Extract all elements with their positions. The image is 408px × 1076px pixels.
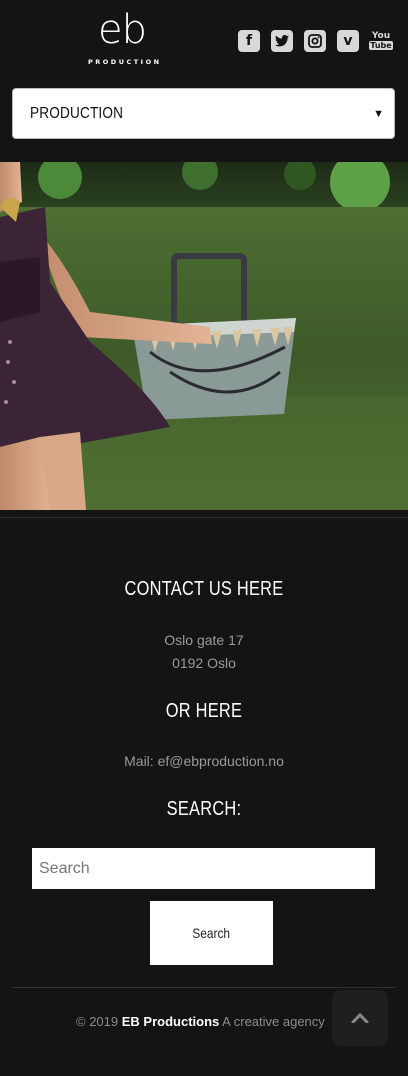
instagram-icon[interactable] (304, 30, 326, 52)
logo-mark: eb (98, 7, 147, 53)
chevron-up-icon (351, 1013, 369, 1023)
vimeo-icon[interactable]: v (337, 30, 359, 52)
nav-select[interactable]: PRODUCTION ▼ (12, 88, 395, 139)
footer-copyright: © 2019 (76, 1014, 119, 1029)
site-logo[interactable]: eb PRODUCTION (88, 6, 162, 68)
footer-divider (12, 987, 395, 988)
hero-image (0, 162, 408, 510)
twitter-icon[interactable] (271, 30, 293, 52)
footer-brand[interactable]: EB Productions (122, 1014, 220, 1029)
search-input[interactable] (32, 848, 375, 889)
social-links: f v You Tube (238, 30, 393, 52)
or-heading: OR HERE (165, 700, 243, 722)
contact-heading: CONTACT US HERE (124, 578, 284, 600)
youtube-icon-bottom: Tube (369, 41, 393, 50)
search-heading: SEARCH: (166, 798, 242, 820)
mail-text[interactable]: Mail: ef@ebproduction.no (0, 750, 408, 773)
search-button[interactable]: Search (150, 901, 273, 965)
footer-tagline: A creative agency (222, 1014, 325, 1029)
youtube-icon-top: You (371, 31, 391, 41)
address-line-1: Oslo gate 17 (164, 632, 244, 648)
search-button-label: Search (192, 925, 231, 941)
footer-text: © 2019 EB Productions A creative agency (76, 1014, 325, 1029)
logo-subtitle: PRODUCTION (88, 58, 162, 66)
scroll-to-top-button[interactable] (332, 990, 388, 1046)
facebook-icon[interactable]: f (238, 30, 260, 52)
site-header: eb PRODUCTION f v You Tube (0, 0, 408, 80)
section-divider (0, 517, 408, 518)
youtube-icon[interactable]: You Tube (369, 30, 393, 52)
chevron-down-icon: ▼ (373, 107, 384, 120)
address-line-2: 0192 Oslo (172, 655, 236, 671)
nav-select-value: PRODUCTION (30, 104, 124, 122)
